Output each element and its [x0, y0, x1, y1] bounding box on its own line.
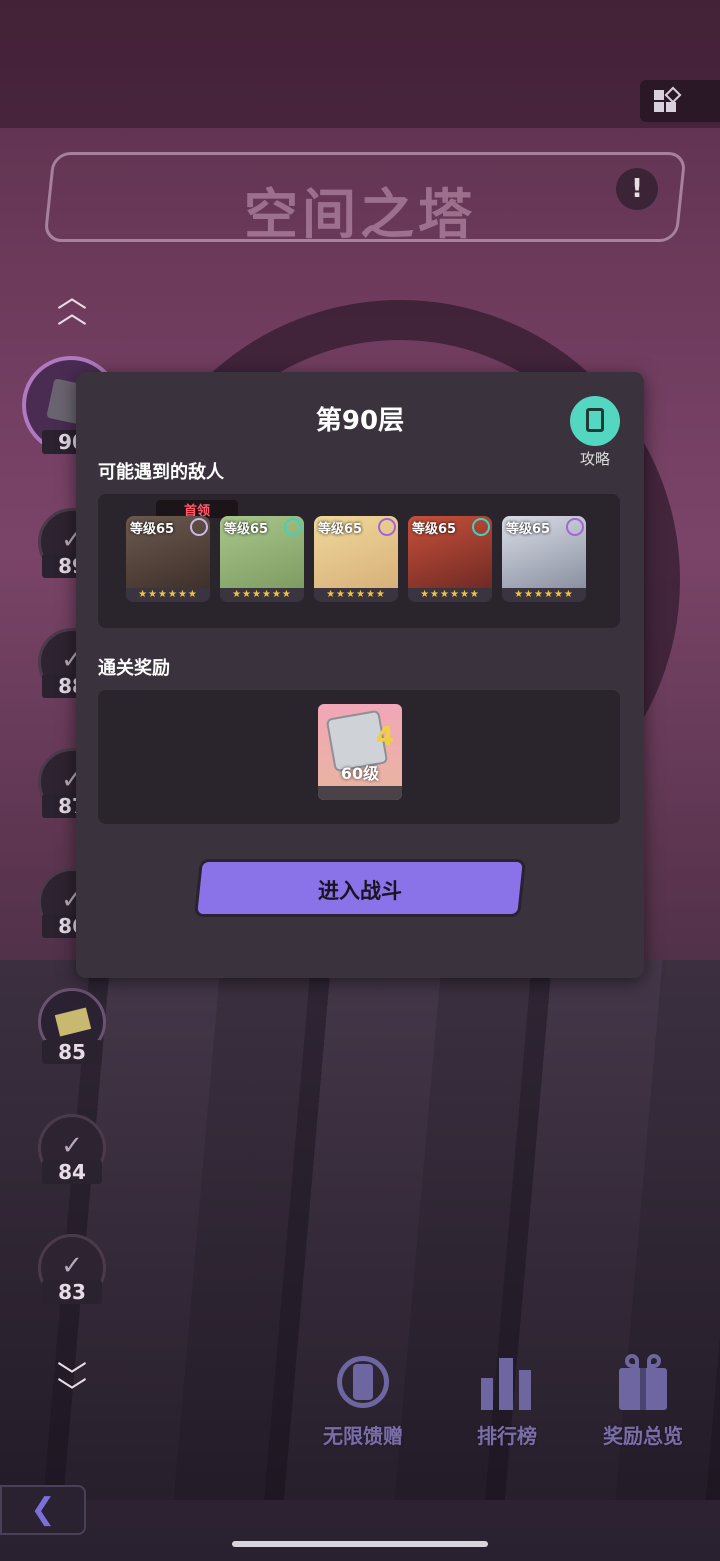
element-icon [378, 518, 396, 536]
scroll-down-icon[interactable]: ﹀ ﹀ [52, 1363, 92, 1409]
guide-book-icon [586, 408, 604, 432]
ranking-chart-icon [475, 1350, 539, 1414]
enemy-stars: ★★★★★★ [502, 588, 586, 602]
element-icon [472, 518, 490, 536]
enemy-level: 等级65 [412, 522, 457, 537]
gift-box-icon [611, 1350, 675, 1414]
reward-chest-icon [54, 1007, 92, 1037]
enter-battle-label: 进入战斗 [318, 879, 402, 903]
element-icon [284, 518, 302, 536]
rewards-overview-button[interactable]: 奖励总览 [578, 1350, 708, 1449]
reward-badge: 4 [375, 722, 394, 752]
gift-cylinder-icon [331, 1350, 395, 1414]
enemy-card[interactable]: 等级65 ★★★★★★ [314, 516, 398, 602]
reward-item[interactable]: 4 60级 [318, 704, 402, 800]
rewards-panel: 4 60级 [98, 690, 620, 824]
ranking-button[interactable]: 排行榜 [442, 1350, 572, 1449]
info-button[interactable]: ! [616, 168, 658, 210]
ranking-label: 排行榜 [477, 1424, 537, 1448]
menu-button[interactable] [640, 80, 720, 122]
enemy-card[interactable]: 等级65 ★★★★★★ [502, 516, 586, 602]
enemy-stars: ★★★★★★ [220, 588, 304, 602]
gift-label: 无限馈赠 [323, 1424, 403, 1448]
guide-button[interactable] [570, 396, 620, 446]
modal-title: 第90层 [315, 406, 405, 436]
unlimited-gift-button[interactable]: 无限馈赠 [298, 1350, 428, 1449]
element-icon [190, 518, 208, 536]
home-indicator[interactable] [232, 1541, 488, 1547]
enemy-level: 等级65 [224, 522, 269, 537]
floor-detail-modal: 第90层 攻略 可能遇到的敌人 首领 等级65 ★★★★★★ 等级65 ★★★★… [76, 372, 644, 978]
page-title: 空间之塔 [244, 183, 476, 246]
reward-level: 60级 [340, 764, 380, 783]
enemies-panel: 首领 等级65 ★★★★★★ 等级65 ★★★★★★ 等级65 ★★★★★★ 等… [98, 494, 620, 628]
scroll-up-icon[interactable]: ︿ ︿ [52, 283, 92, 329]
enemy-level: 等级65 [506, 522, 551, 537]
floor-number: 85 [42, 1040, 102, 1064]
rewards-overview-label: 奖励总览 [603, 1424, 683, 1448]
floor-number: 83 [42, 1280, 102, 1304]
enemies-heading: 可能遇到的敌人 [98, 462, 224, 483]
enemy-card[interactable]: 等级65 ★★★★★★ [220, 516, 304, 602]
top-bar [0, 0, 720, 128]
floor-number: 84 [42, 1160, 102, 1184]
rewards-heading: 通关奖励 [98, 658, 170, 679]
enemy-stars: ★★★★★★ [408, 588, 492, 602]
enemy-card[interactable]: 等级65 ★★★★★★ [126, 516, 210, 602]
element-icon [566, 518, 584, 536]
back-button[interactable]: ❮ [0, 1485, 86, 1535]
guide-label: 攻略 [579, 450, 610, 468]
enemy-card[interactable]: 等级65 ★★★★★★ [408, 516, 492, 602]
check-icon: ✓ [61, 1131, 83, 1161]
enemy-level: 等级65 [130, 522, 175, 537]
grid-icon [654, 90, 664, 100]
enemy-stars: ★★★★★★ [126, 588, 210, 602]
enemy-stars: ★★★★★★ [314, 588, 398, 602]
enemy-level: 等级65 [318, 522, 363, 537]
check-icon: ✓ [61, 1251, 83, 1281]
